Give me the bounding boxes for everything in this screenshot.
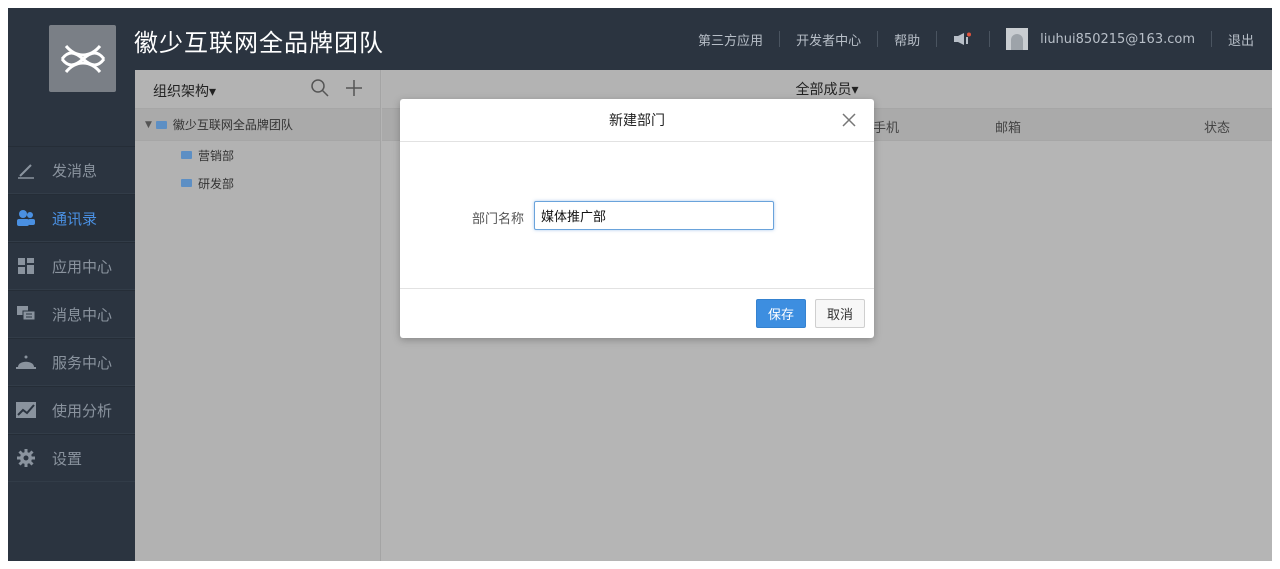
- department-name-input[interactable]: [534, 201, 774, 230]
- dialog-header: 新建部门: [400, 99, 874, 142]
- close-icon[interactable]: [840, 111, 858, 129]
- sidebar-item-message-center[interactable]: 消息中心: [8, 290, 135, 338]
- tree-root-node[interactable]: ▼ 徽少互联网全品牌团队: [135, 109, 380, 141]
- org-structure-dropdown[interactable]: 组织架构▾: [153, 81, 216, 101]
- nav-divider: [989, 31, 991, 47]
- folder-icon: [181, 179, 192, 187]
- cancel-button[interactable]: 取消: [815, 299, 866, 328]
- announcement-speaker-icon[interactable]: [953, 32, 973, 46]
- sidebar-item-send-message[interactable]: 发消息: [8, 146, 135, 194]
- dialog-footer: 保存 取消: [400, 289, 874, 337]
- sidebar-nav: 发消息 通讯录 应用中心 消息中心 服务中心 使用分析 设置: [8, 146, 135, 482]
- nav-divider: [936, 31, 938, 47]
- sidebar-item-label: 消息中心: [52, 305, 113, 324]
- sidebar-item-label: 应用中心: [52, 257, 113, 276]
- column-phone: 手机: [873, 121, 900, 136]
- org-structure-header: 组织架构▾: [135, 70, 380, 109]
- apps-icon: [16, 256, 36, 276]
- top-nav: 第三方应用 开发者中心 帮助 liuhui850215@163.com 退出: [698, 8, 1254, 70]
- dialog-body: 部门名称: [400, 142, 874, 289]
- pencil-icon: [16, 160, 36, 180]
- sidebar-item-label: 通讯录: [52, 209, 98, 228]
- column-email: 邮箱: [995, 121, 1022, 136]
- save-button[interactable]: 保存: [756, 299, 807, 328]
- developer-center-link[interactable]: 开发者中心: [796, 30, 861, 49]
- tree-root-label: 徽少互联网全品牌团队: [172, 118, 293, 132]
- tree-node-label: 研发部: [198, 176, 235, 191]
- department-name-label: 部门名称: [472, 212, 525, 227]
- expand-caret-icon[interactable]: ▼: [145, 120, 152, 130]
- sidebar-item-label: 服务中心: [52, 353, 113, 372]
- gear-icon: [16, 448, 36, 468]
- sidebar-item-label: 设置: [52, 449, 83, 468]
- tree-node-rnd[interactable]: 研发部: [135, 169, 380, 197]
- sidebar-item-label: 发消息: [52, 161, 98, 180]
- sidebar-item-usage-analytics[interactable]: 使用分析: [8, 386, 135, 434]
- org-tools: [310, 78, 364, 102]
- sidebar-item-contacts[interactable]: 通讯录: [8, 194, 135, 242]
- user-email[interactable]: liuhui850215@163.com: [1040, 32, 1195, 47]
- column-status: 状态: [1204, 121, 1231, 136]
- dialog-title: 新建部门: [609, 113, 665, 129]
- nav-divider: [877, 31, 879, 47]
- add-icon[interactable]: [344, 78, 364, 102]
- folder-icon: [181, 151, 192, 159]
- contacts-icon: [16, 208, 36, 228]
- tree-node-marketing[interactable]: 营销部: [135, 141, 380, 169]
- third-party-apps-link[interactable]: 第三方应用: [698, 30, 763, 49]
- sidebar-item-settings[interactable]: 设置: [8, 434, 135, 482]
- nav-divider: [779, 31, 781, 47]
- all-members-dropdown[interactable]: 全部成员▾: [795, 79, 858, 99]
- folder-icon: [155, 120, 167, 129]
- nav-divider: [1210, 31, 1212, 47]
- tree-node-label: 营销部: [198, 148, 235, 163]
- top-bar: 徽少互联网全品牌团队 第三方应用 开发者中心 帮助 liuhui850215@1…: [8, 8, 1272, 70]
- app-logo[interactable]: [49, 25, 116, 92]
- sidebar-item-label: 使用分析: [52, 401, 113, 420]
- help-link[interactable]: 帮助: [894, 30, 920, 49]
- service-bell-icon: [16, 352, 36, 372]
- sidebar-item-app-center[interactable]: 应用中心: [8, 242, 135, 290]
- new-department-dialog: 新建部门 部门名称 保存 取消: [400, 99, 874, 338]
- org-structure-panel: 组织架构▾ ▼ 徽少互联网全品牌团队 营销部 研发部: [135, 70, 381, 561]
- org-title: 徽少互联网全品牌团队: [134, 29, 384, 57]
- messages-icon: [16, 304, 36, 324]
- sidebar-item-service-center[interactable]: 服务中心: [8, 338, 135, 386]
- logo-mark-icon: [60, 44, 105, 73]
- user-avatar[interactable]: [1006, 28, 1029, 50]
- search-icon[interactable]: [310, 78, 330, 102]
- analytics-chart-icon: [16, 400, 36, 420]
- logout-link[interactable]: 退出: [1228, 30, 1254, 49]
